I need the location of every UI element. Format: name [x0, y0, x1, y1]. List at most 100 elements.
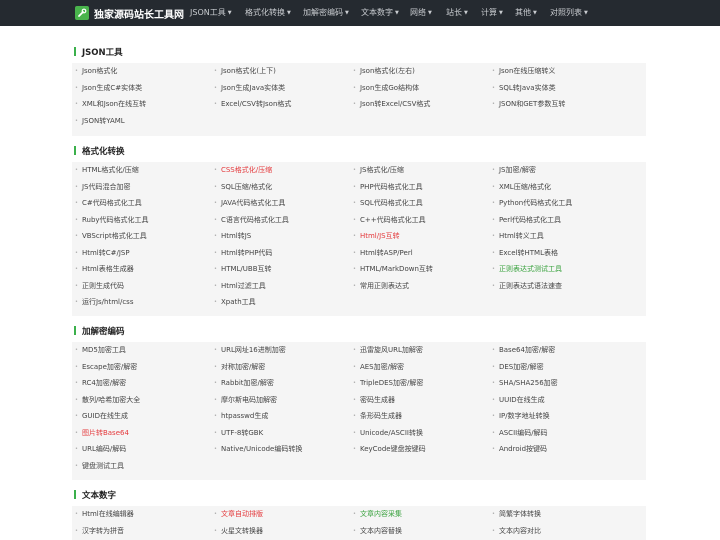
tool-link[interactable]: 正则生成代码	[75, 278, 214, 295]
tool-link[interactable]: Json格式化	[75, 63, 214, 80]
tool-link[interactable]: Base64加密/解密	[492, 342, 631, 359]
tool-link[interactable]: Html表格生成器	[75, 261, 214, 278]
tool-link[interactable]: UUID在线生成	[492, 392, 631, 409]
tool-link[interactable]: HTML/MarkDown互转	[353, 261, 492, 278]
tool-link[interactable]: Html转ASP/Perl	[353, 245, 492, 262]
nav-menu-reference-lists[interactable]: 对照列表 ▼	[550, 0, 588, 26]
tool-link[interactable]: Ruby代码格式化工具	[75, 212, 214, 229]
tool-link[interactable]: Perl代码格式化工具	[492, 212, 631, 229]
tool-link[interactable]: JSON转YAML	[75, 113, 214, 130]
tool-link[interactable]: 键盘测试工具	[75, 458, 214, 475]
tool-link[interactable]: C#代码格式化工具	[75, 195, 214, 212]
tool-link[interactable]: XML和Json在线互转	[75, 96, 214, 113]
tool-link[interactable]: 图片转Base64	[75, 425, 214, 442]
tool-link[interactable]: 火星文转换器	[214, 523, 353, 540]
tool-link[interactable]: HTML格式化/压缩	[75, 162, 214, 179]
tool-link[interactable]: Html转JS	[214, 228, 353, 245]
nav-menu-label: 文本数字	[361, 8, 393, 17]
tool-link[interactable]: 正则表达式语法速查	[492, 278, 631, 295]
caret-down-icon: ▼	[464, 10, 468, 16]
tool-link[interactable]: Json生成Go结构体	[353, 80, 492, 97]
nav-menu-format-convert[interactable]: 格式化转换 ▼	[245, 0, 291, 26]
nav-menu-webmaster[interactable]: 站长 ▼	[446, 0, 468, 26]
brand[interactable]: 独家源码站长工具网	[75, 4, 184, 22]
nav-menu-label: 站长	[446, 8, 462, 17]
tool-link[interactable]: Html过滤工具	[214, 278, 353, 295]
tool-link[interactable]: ASCII编码/解码	[492, 425, 631, 442]
tool-link[interactable]: 运行Js/html/css	[75, 294, 214, 311]
tool-link[interactable]: Html转义工具	[492, 228, 631, 245]
tool-link[interactable]: JAVA代码格式化工具	[214, 195, 353, 212]
tool-link[interactable]: 文本内容对比	[492, 523, 631, 540]
tool-link[interactable]: 密码生成器	[353, 392, 492, 409]
tool-link[interactable]: 正则表达式测试工具	[492, 261, 631, 278]
tool-link[interactable]: Json格式化(上下)	[214, 63, 353, 80]
tool-link[interactable]: MD5加密工具	[75, 342, 214, 359]
tool-link[interactable]: JS格式化/压缩	[353, 162, 492, 179]
tool-link[interactable]: Python代码格式化工具	[492, 195, 631, 212]
tool-link[interactable]: Json格式化(左右)	[353, 63, 492, 80]
tool-link[interactable]: Unicode/ASCII转换	[353, 425, 492, 442]
nav-menu-network[interactable]: 网络 ▼	[410, 0, 432, 26]
tool-link[interactable]: SHA/SHA256加密	[492, 375, 631, 392]
tool-link[interactable]: KeyCode键盘按键码	[353, 441, 492, 458]
tool-link[interactable]: Json转Excel/CSV格式	[353, 96, 492, 113]
tool-link[interactable]: 迅雷旋风URL加解密	[353, 342, 492, 359]
tool-link[interactable]: Json生成Java实体类	[214, 80, 353, 97]
tool-link[interactable]: C语言代码格式化工具	[214, 212, 353, 229]
tool-link[interactable]: GUID在线生成	[75, 408, 214, 425]
tool-link[interactable]: SQL代码格式化工具	[353, 195, 492, 212]
tool-link[interactable]: Json生成C#实体类	[75, 80, 214, 97]
tool-link[interactable]: JSON和GET参数互转	[492, 96, 631, 113]
tool-link[interactable]: URL编码/解码	[75, 441, 214, 458]
section-title: JSON工具	[82, 48, 123, 58]
tool-link[interactable]: 对称加密/解密	[214, 359, 353, 376]
tool-link[interactable]: Excel/CSV转Json格式	[214, 96, 353, 113]
tool-link[interactable]: RC4加密/解密	[75, 375, 214, 392]
tool-link[interactable]: VBScript格式化工具	[75, 228, 214, 245]
tool-link[interactable]: 文章内容采集	[353, 506, 492, 523]
tool-link[interactable]: IP/数字地址转换	[492, 408, 631, 425]
nav-menu-json-tools[interactable]: JSON工具 ▼	[190, 0, 232, 26]
caret-down-icon: ▼	[345, 10, 349, 16]
nav-menu-calculate[interactable]: 计算 ▼	[481, 0, 503, 26]
tool-link[interactable]: Html转PHP代码	[214, 245, 353, 262]
tool-link[interactable]: 摩尔斯电码加解密	[214, 392, 353, 409]
tool-link[interactable]: JS代码混合加密	[75, 179, 214, 196]
tool-link[interactable]: URL网址16进制加密	[214, 342, 353, 359]
tool-link[interactable]: SQL转Java实体类	[492, 80, 631, 97]
tool-link[interactable]: SQL压缩/格式化	[214, 179, 353, 196]
tool-link[interactable]: 文本内容替换	[353, 523, 492, 540]
tool-link[interactable]: Json在线压缩转义	[492, 63, 631, 80]
tool-link[interactable]: Html转C#/JSP	[75, 245, 214, 262]
tool-link[interactable]: Html/JS互转	[353, 228, 492, 245]
tool-link[interactable]: JS加密/解密	[492, 162, 631, 179]
tool-link[interactable]: TripleDES加密/解密	[353, 375, 492, 392]
tool-link[interactable]: UTF-8转GBK	[214, 425, 353, 442]
nav-menu-text-number[interactable]: 文本数字 ▼	[361, 0, 399, 26]
tool-link[interactable]: 汉字转为拼音	[75, 523, 214, 540]
tool-link[interactable]: 条形码生成器	[353, 408, 492, 425]
tool-link[interactable]: htpasswd生成	[214, 408, 353, 425]
tool-link[interactable]: Rabbit加密/解密	[214, 375, 353, 392]
nav-menu-other[interactable]: 其他 ▼	[515, 0, 537, 26]
tool-link[interactable]: Native/Unicode编码转换	[214, 441, 353, 458]
tool-link[interactable]: 常用正则表达式	[353, 278, 492, 295]
tool-link[interactable]: Xpath工具	[214, 294, 353, 311]
tool-link[interactable]: DES加密/解密	[492, 359, 631, 376]
tool-link[interactable]: Html在线编辑器	[75, 506, 214, 523]
tool-link[interactable]: PHP代码格式化工具	[353, 179, 492, 196]
tool-link[interactable]: 散列/哈希加密大全	[75, 392, 214, 409]
tool-link[interactable]: HTML/UBB互转	[214, 261, 353, 278]
tool-link[interactable]: C++代码格式化工具	[353, 212, 492, 229]
tool-link[interactable]: Excel转HTML表格	[492, 245, 631, 262]
tool-link[interactable]: 简繁字体转换	[492, 506, 631, 523]
tool-link[interactable]: Escape加密/解密	[75, 359, 214, 376]
tool-link[interactable]: CSS格式化/压缩	[214, 162, 353, 179]
tool-link[interactable]: AES加密/解密	[353, 359, 492, 376]
nav-menu-encrypt-encode[interactable]: 加解密编码 ▼	[303, 0, 349, 26]
tool-link[interactable]: 文章自动排版	[214, 506, 353, 523]
tool-link[interactable]: XML压缩/格式化	[492, 179, 631, 196]
tool-link[interactable]: Android按键码	[492, 441, 631, 458]
tool-grid: Json格式化Json格式化(上下)Json格式化(左右)Json在线压缩转义J…	[72, 63, 646, 129]
